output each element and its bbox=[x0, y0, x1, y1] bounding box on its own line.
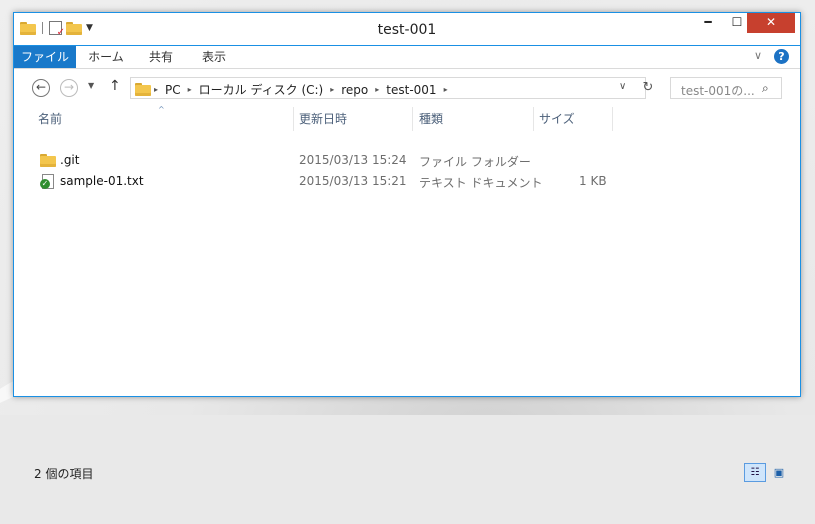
chevron-right-icon[interactable]: ▸ bbox=[441, 85, 451, 94]
file-row[interactable]: .git 2015/03/13 15:24 ファイル フォルダー bbox=[14, 150, 800, 170]
column-header-type[interactable]: 種類 bbox=[419, 107, 443, 131]
status-item-count: 2 個の項目 bbox=[34, 467, 94, 481]
sort-ascending-icon: ^ bbox=[158, 105, 165, 114]
file-name: .git bbox=[60, 153, 80, 167]
refresh-icon[interactable]: ↻ bbox=[638, 80, 658, 95]
column-divider[interactable] bbox=[293, 107, 294, 131]
search-input[interactable]: test-001の... ⌕ bbox=[670, 77, 782, 99]
minimize-button[interactable]: ━ bbox=[695, 13, 721, 33]
location-folder-icon bbox=[135, 83, 151, 96]
title-bar: ▼ test-001 ━ ☐ ✕ bbox=[13, 12, 801, 46]
details-view-icon[interactable]: ☷ bbox=[744, 463, 766, 482]
chevron-right-icon[interactable]: ▸ bbox=[372, 85, 382, 94]
breadcrumb-pc[interactable]: PC bbox=[161, 83, 185, 97]
help-icon[interactable]: ? bbox=[774, 49, 789, 64]
close-button[interactable]: ✕ bbox=[747, 13, 795, 33]
column-header-name[interactable]: 名前 bbox=[38, 107, 62, 131]
file-type: テキスト ドキュメント bbox=[419, 176, 543, 190]
file-type: ファイル フォルダー bbox=[419, 155, 531, 169]
file-modified: 2015/03/13 15:21 bbox=[299, 174, 407, 188]
address-bar[interactable]: ▸ PC ▸ ローカル ディスク (C:) ▸ repo ▸ test-001 … bbox=[130, 77, 653, 99]
chevron-right-icon[interactable]: ▸ bbox=[327, 85, 337, 94]
tab-home[interactable]: ホーム bbox=[76, 46, 136, 68]
folder-icon bbox=[40, 154, 56, 167]
ribbon-tabs: ファイル ホーム 共有 表示 ∨ ? bbox=[14, 46, 800, 69]
file-list: 名前 ^ 更新日時 種類 サイズ .git 2015/03/13 15:24 フ… bbox=[14, 105, 800, 482]
forward-button[interactable]: → bbox=[60, 79, 78, 97]
breadcrumb-test-001[interactable]: test-001 bbox=[382, 83, 440, 97]
back-button[interactable]: ← bbox=[32, 79, 50, 97]
file-modified: 2015/03/13 15:24 bbox=[299, 153, 407, 167]
file-name: sample-01.txt bbox=[60, 174, 144, 188]
expand-ribbon-icon[interactable]: ∨ bbox=[754, 49, 762, 62]
tab-share[interactable]: 共有 bbox=[136, 46, 186, 68]
breadcrumb: ▸ PC ▸ ローカル ディスク (C:) ▸ repo ▸ test-001 … bbox=[135, 81, 451, 98]
chevron-right-icon[interactable]: ▸ bbox=[185, 85, 195, 94]
breadcrumb-repo[interactable]: repo bbox=[337, 83, 372, 97]
tab-view[interactable]: 表示 bbox=[186, 46, 242, 68]
large-icons-view-icon[interactable]: ▣ bbox=[770, 463, 788, 482]
address-dropdown-icon[interactable]: ∨ bbox=[619, 81, 626, 92]
up-button[interactable]: ↑ bbox=[109, 78, 121, 94]
column-divider[interactable] bbox=[533, 107, 534, 131]
window-title: test-001 bbox=[377, 22, 437, 38]
search-icon[interactable]: ⌕ bbox=[762, 81, 769, 96]
file-size: 1 KB bbox=[579, 174, 607, 188]
column-divider[interactable] bbox=[412, 107, 413, 131]
search-placeholder: test-001の... bbox=[681, 84, 755, 98]
breadcrumb-local-disk[interactable]: ローカル ディスク (C:) bbox=[195, 81, 328, 98]
recent-locations-icon[interactable]: ▼ bbox=[88, 81, 94, 90]
text-file-icon bbox=[40, 174, 54, 189]
column-header-modified[interactable]: 更新日時 bbox=[299, 107, 347, 131]
chevron-right-icon[interactable]: ▸ bbox=[151, 85, 161, 94]
explorer-window: ▼ test-001 ━ ☐ ✕ ファイル ホーム 共有 表示 ∨ ? ← → … bbox=[13, 12, 801, 482]
tab-file[interactable]: ファイル bbox=[14, 46, 76, 68]
column-divider[interactable] bbox=[612, 107, 613, 131]
navigation-bar: ← → ▼ ↑ ▸ PC ▸ ローカル ディスク (C:) ▸ repo ▸ t… bbox=[14, 69, 800, 107]
column-header-size[interactable]: サイズ bbox=[539, 107, 575, 131]
file-row[interactable]: sample-01.txt 2015/03/13 15:21 テキスト ドキュメ… bbox=[14, 171, 800, 191]
